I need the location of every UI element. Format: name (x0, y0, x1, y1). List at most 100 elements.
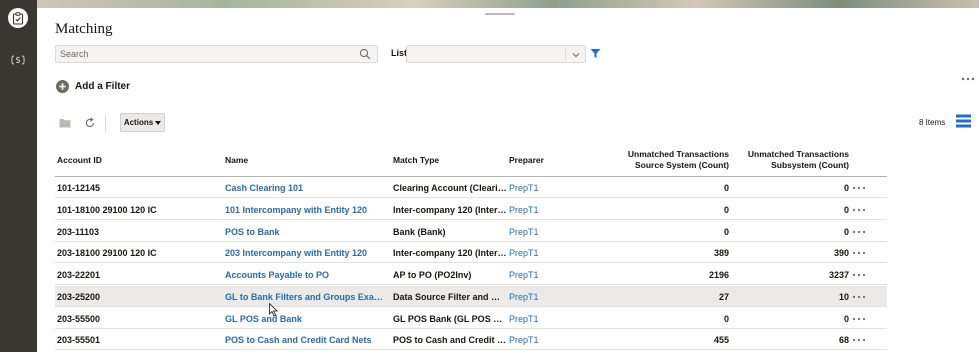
actions-label: Actions (123, 118, 154, 127)
table-row[interactable]: 203-11103 POS to Bank Bank (Bank) PrepT1… (55, 221, 887, 242)
nav-rail (0, 0, 37, 352)
table-row[interactable]: 203-18100 29100 120 IC 203 Intercompany … (55, 242, 887, 263)
cell-match-type: Inter-company 120 (Intercompany) (393, 248, 507, 258)
cell-subsystem-count: 0 (843, 183, 849, 193)
reconcile-icon (11, 55, 25, 65)
cell-account-id: 203-22201 (57, 270, 101, 280)
cell-subsystem-count: 3237 (828, 270, 849, 280)
add-filter-button[interactable]: Add a Filter (56, 80, 130, 93)
cell-account-id: 101-18100 29100 120 IC (57, 205, 157, 215)
column-header-name[interactable]: Name (225, 144, 375, 176)
toolbar-divider (105, 115, 106, 131)
cell-name-link[interactable]: GL to Bank Filters and Groups Example (225, 286, 385, 308)
actions-button[interactable]: Actions (120, 113, 165, 132)
list-view-icon[interactable] (956, 114, 971, 128)
column-header-unmatched-sub-line1: Unmatched Transactions (747, 149, 849, 159)
row-actions-icon[interactable] (852, 294, 866, 300)
cell-source-count: 0 (723, 314, 729, 324)
cell-source-count: 27 (718, 292, 729, 302)
table-row[interactable]: 203-55501 POS to Cash and Credit Card Ne… (55, 329, 887, 350)
column-header-unmatched-source-line1: Unmatched Transactions (627, 149, 729, 159)
cell-account-id: 203-11103 (57, 227, 100, 237)
list-label: List (391, 48, 408, 58)
table-row[interactable]: 203-55500 GL POS and Bank GL POS Bank (G… (55, 308, 887, 329)
cell-match-type: AP to PO (PO2Inv) (393, 270, 472, 280)
row-actions-icon[interactable] (852, 272, 866, 278)
cell-account-id: 203-18100 29100 120 IC (57, 248, 157, 258)
cell-preparer-link[interactable]: PrepT1 (509, 221, 569, 243)
cell-source-count: 0 (723, 227, 729, 237)
cell-preparer-link[interactable]: PrepT1 (509, 286, 569, 308)
add-filter-label: Add a Filter (75, 81, 131, 92)
cell-match-type: Inter-company 120 (Intercompany) (393, 205, 507, 215)
cell-preparer-link[interactable]: PrepT1 (509, 177, 569, 199)
mouse-pointer-icon (269, 303, 278, 317)
cell-name-link[interactable]: Cash Clearing 101 (225, 177, 385, 199)
row-actions-icon[interactable] (852, 229, 866, 235)
cell-preparer-link[interactable]: PrepT1 (509, 308, 569, 330)
cell-name-link[interactable]: Accounts Payable to PO (225, 264, 385, 286)
cell-account-id: 203-25200 (57, 292, 101, 302)
row-actions-icon[interactable] (852, 250, 866, 256)
column-header-unmatched-source[interactable]: Unmatched Transactions Source System (Co… (595, 144, 729, 176)
table-toolbar: Actions 8 Items (55, 113, 975, 134)
clipboard-check-icon (12, 11, 24, 25)
cell-name-link[interactable]: POS to Bank (225, 221, 385, 243)
cell-preparer-link[interactable]: PrepT1 (509, 329, 569, 351)
column-header-unmatched-sub-line2: Subsystem (Count) (771, 160, 849, 170)
cell-account-id: 203-55500 (57, 314, 101, 324)
row-actions-icon[interactable] (852, 316, 866, 322)
nav-item-matching[interactable] (8, 8, 28, 28)
cell-source-count: 2196 (708, 270, 729, 280)
drag-handle[interactable] (485, 13, 515, 15)
cell-subsystem-count: 0 (843, 314, 849, 324)
column-header-unmatched-subsystem[interactable]: Unmatched Transactions Subsystem (Count) (735, 144, 849, 176)
table-row-selected[interactable]: 203-25200 GL to Bank Filters and Groups … (55, 286, 887, 307)
nav-item-reconcile[interactable] (8, 50, 28, 70)
cell-subsystem-count: 0 (843, 205, 849, 215)
search-icon[interactable] (359, 48, 371, 60)
add-circle-icon (56, 80, 69, 93)
cell-source-count: 0 (723, 183, 729, 193)
cell-match-type: GL POS Bank (GL POS Bank) (393, 314, 507, 324)
list-divider (565, 49, 566, 60)
cell-name-link[interactable]: 203 Intercompany with Entity 120 (225, 242, 385, 264)
list-select[interactable] (406, 45, 586, 63)
cell-account-id: 101-12145 (57, 183, 101, 193)
row-actions-icon[interactable] (852, 207, 866, 213)
cell-preparer-link[interactable]: PrepT1 (509, 199, 569, 221)
chevron-down-icon[interactable] (571, 50, 581, 60)
cell-subsystem-count: 0 (843, 227, 849, 237)
row-actions-icon[interactable] (852, 337, 866, 343)
items-count: 8 Items (919, 118, 946, 127)
cell-subsystem-count: 390 (833, 248, 849, 258)
table-row[interactable]: 101-12145 Cash Clearing 101 Clearing Acc… (55, 177, 887, 198)
main-panel: Matching List Add a Filter (37, 8, 979, 352)
cell-source-count: 0 (723, 205, 729, 215)
cell-source-count: 455 (713, 335, 729, 345)
search-input[interactable] (56, 46, 356, 62)
cell-match-type: Bank (Bank) (393, 227, 446, 237)
column-header-unmatched-source-line2: Source System (Count) (635, 160, 729, 170)
more-options-icon[interactable] (961, 76, 975, 82)
cell-preparer-link[interactable]: PrepT1 (509, 264, 569, 286)
refresh-icon[interactable] (84, 117, 96, 129)
cell-preparer-link[interactable]: PrepT1 (509, 242, 569, 264)
table-row[interactable]: 203-22201 Accounts Payable to PO AP to P… (55, 264, 887, 285)
filter-icon[interactable] (590, 48, 601, 59)
table-row[interactable]: 101-18100 29100 120 IC 101 Intercompany … (55, 199, 887, 220)
cell-subsystem-count: 10 (838, 292, 849, 302)
cell-name-link[interactable]: GL POS and Bank (225, 308, 385, 330)
cell-name-link[interactable]: 101 Intercompany with Entity 120 (225, 199, 385, 221)
column-header-account-id[interactable]: Account ID (57, 144, 207, 176)
column-header-preparer[interactable]: Preparer (509, 144, 569, 176)
folder-icon[interactable] (59, 118, 71, 128)
cell-match-type: POS to Cash and Credit Card (393, 335, 507, 345)
column-header-match-type[interactable]: Match Type (393, 144, 503, 176)
cell-name-link[interactable]: POS to Cash and Credit Card Nets (225, 329, 385, 351)
row-actions-icon[interactable] (852, 185, 866, 191)
cell-match-type: Clearing Account (Clearing) (393, 183, 507, 193)
cell-source-count: 389 (713, 248, 729, 258)
caret-down-icon (155, 120, 162, 125)
header-banner (37, 0, 979, 8)
